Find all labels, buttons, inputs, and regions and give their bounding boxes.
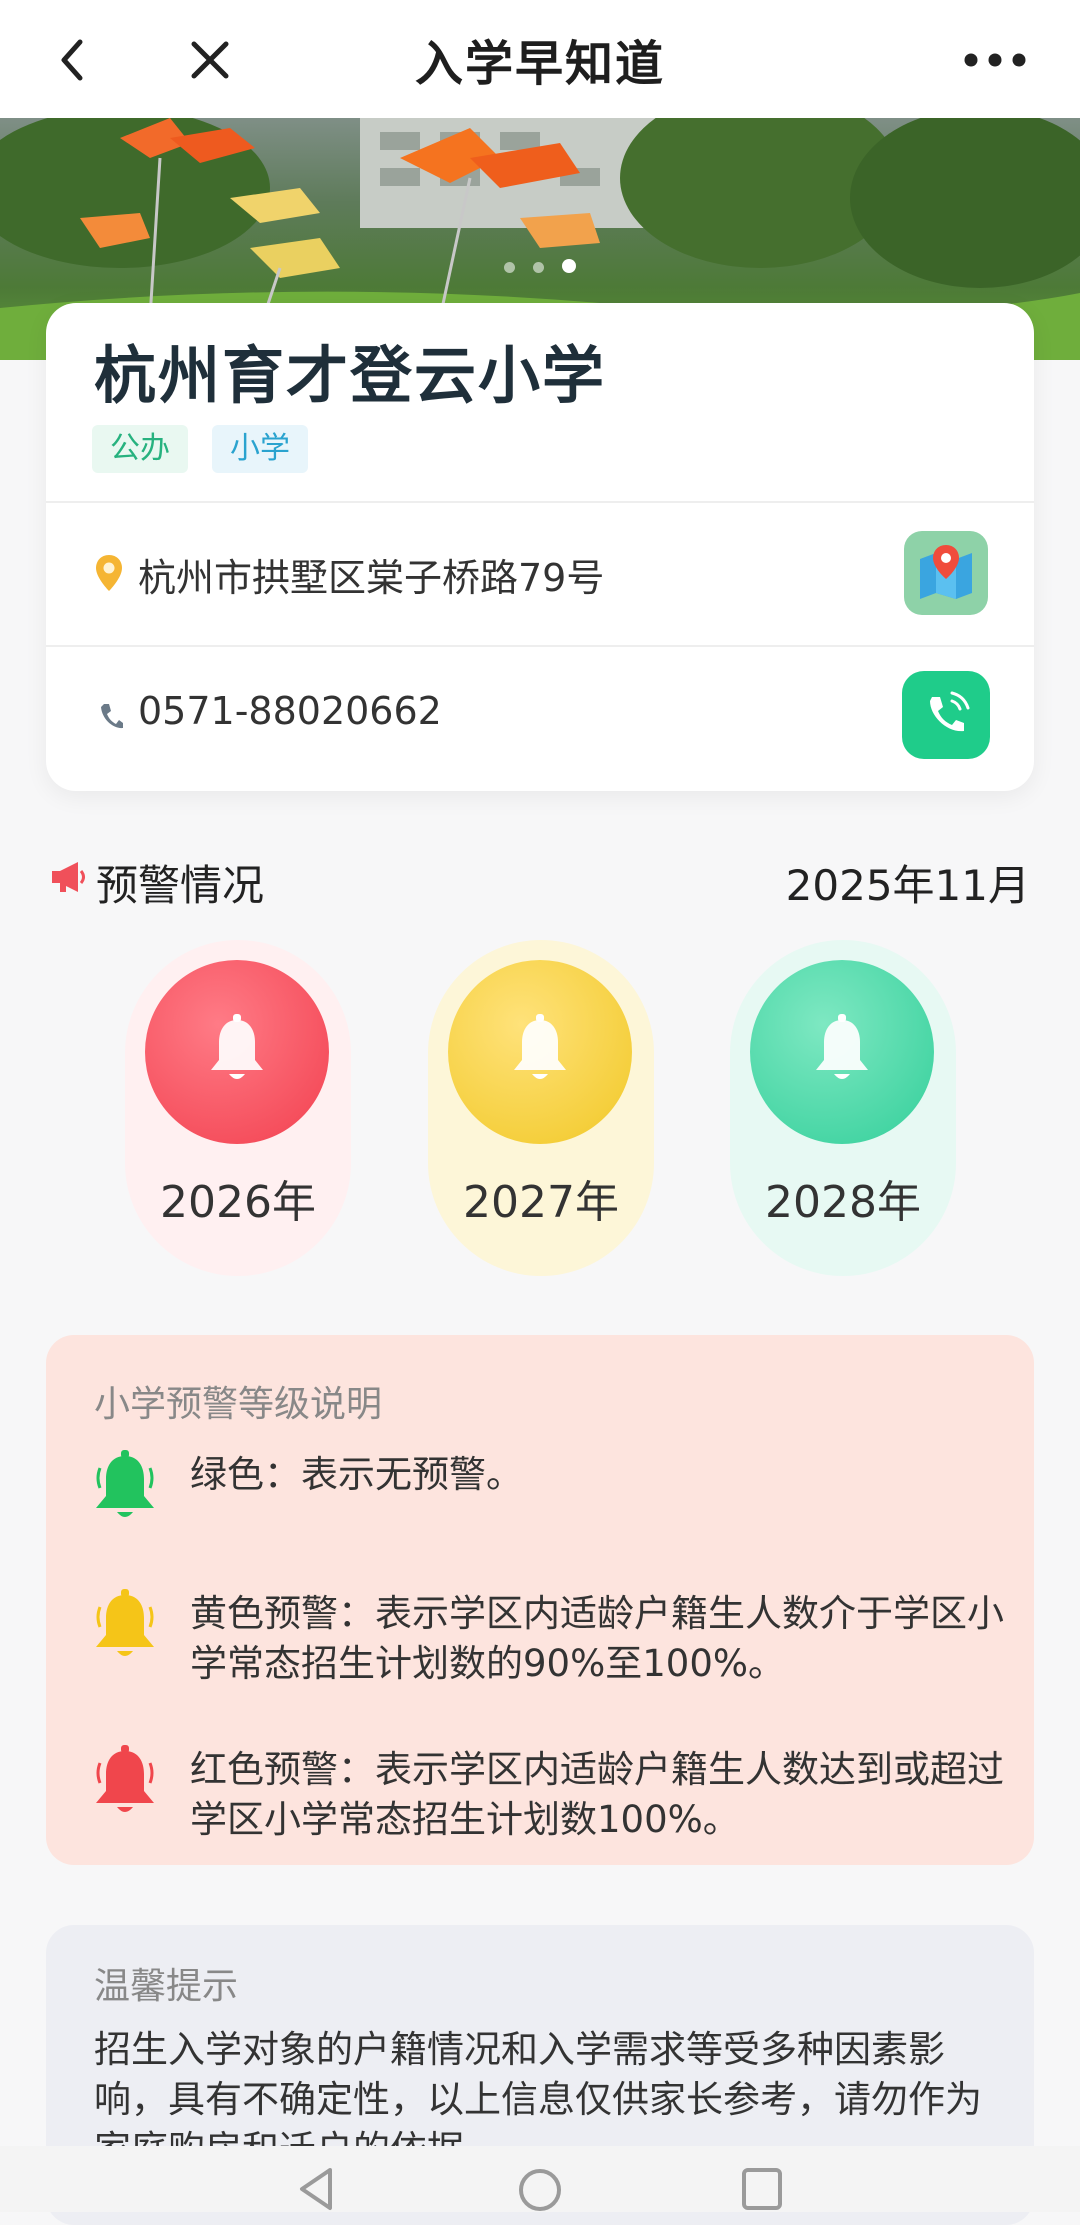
more-dots-icon — [964, 53, 1026, 67]
more-button[interactable] — [955, 30, 1035, 90]
level-yellow-text: 黄色预警：表示学区内适龄户籍生人数介于学区小学常态招生计划数的90%至100%。 — [190, 1592, 1004, 1685]
divider — [46, 645, 1034, 647]
carousel-dot[interactable] — [504, 262, 515, 273]
bell-icon — [514, 1014, 566, 1079]
system-home-icon[interactable] — [516, 2166, 564, 2214]
top-bar: 入学早知道 — [0, 0, 1080, 118]
school-name: 杭州育才登云小学 — [94, 339, 607, 412]
school-info-card: 杭州育才登云小学 公办 小学 杭州市拱墅区棠子桥路79号 0571-880206… — [46, 303, 1034, 791]
year-warning-2028[interactable]: 2028年 — [730, 940, 956, 1276]
location-pin-icon — [96, 555, 122, 591]
green-bell-icon — [96, 1450, 154, 1517]
divider — [46, 501, 1034, 503]
system-navigation-bar — [0, 2146, 1080, 2212]
level-green-text: 绿色：表示无预警。 — [190, 1453, 523, 1496]
red-warning-circle — [145, 960, 329, 1144]
megaphone-icon — [52, 862, 85, 892]
bell-icon — [211, 1014, 263, 1079]
warning-date: 2025年11月 — [785, 861, 1030, 910]
year-label: 2028年 — [765, 1177, 921, 1228]
phone-call-icon — [930, 691, 970, 732]
year-label: 2027年 — [463, 1177, 619, 1228]
yellow-bell-icon — [96, 1589, 154, 1656]
tip-title: 温馨提示 — [94, 1966, 239, 2007]
year-warning-2026[interactable]: 2026年 — [125, 940, 351, 1276]
tag-primary: 小学 — [212, 425, 308, 473]
warning-level-explanation: 小学预警等级说明 绿色：表示无预警。 黄色预警：表示学区内适龄户籍生人数介于学区… — [46, 1335, 1034, 1865]
map-button[interactable] — [904, 531, 988, 615]
school-phone[interactable]: 0571-88020662 — [138, 689, 442, 733]
bell-icon — [816, 1014, 868, 1079]
year-warning-2027[interactable]: 2027年 — [428, 940, 654, 1276]
carousel-dot[interactable] — [533, 262, 544, 273]
warning-section-header: 预警情况 2025年11月 — [50, 848, 1030, 910]
level-red-text: 红色预警：表示学区内适龄户籍生人数达到或超过学区小学常态招生计划数100%。 — [190, 1748, 1004, 1841]
phone-icon — [101, 704, 123, 729]
system-recents-icon[interactable] — [740, 2166, 784, 2212]
year-label: 2026年 — [160, 1177, 316, 1228]
school-address: 杭州市拱墅区棠子桥路79号 — [138, 556, 605, 600]
warning-title: 预警情况 — [96, 861, 265, 910]
call-button[interactable] — [902, 671, 990, 759]
system-back-icon[interactable] — [296, 2166, 336, 2212]
explanation-title: 小学预警等级说明 — [94, 1384, 383, 1425]
green-warning-circle — [750, 960, 934, 1144]
carousel-dot-active[interactable] — [562, 259, 576, 273]
page-title: 入学早知道 — [414, 36, 665, 92]
carousel-indicator[interactable] — [0, 258, 1080, 277]
yellow-warning-circle — [448, 960, 632, 1144]
map-icon — [920, 545, 972, 599]
tag-public: 公办 — [92, 425, 188, 473]
red-bell-icon — [96, 1745, 154, 1812]
